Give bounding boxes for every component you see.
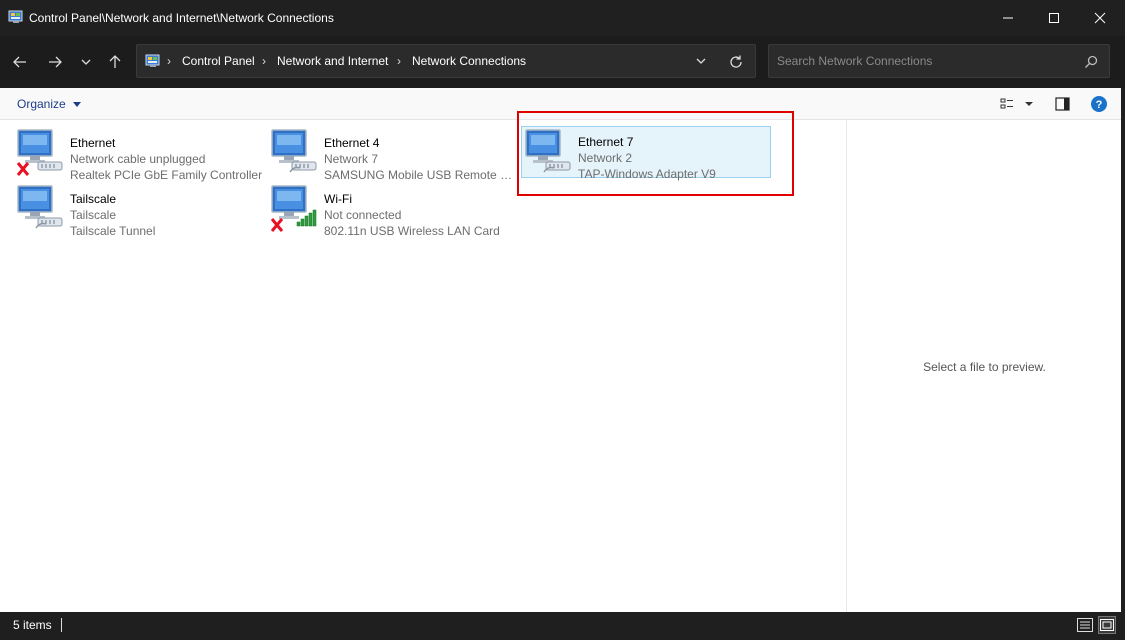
close-icon (1094, 12, 1106, 24)
window-border (1121, 88, 1125, 612)
preview-pane: Select a file to preview. (846, 120, 1121, 612)
search-input[interactable] (769, 45, 1069, 77)
arrow-up-icon (109, 55, 121, 68)
items-count: 5 items (13, 618, 52, 632)
refresh-icon[interactable] (727, 53, 745, 71)
breadcrumb-network-connections[interactable]: Network Connections (412, 54, 526, 68)
connection-name: Ethernet 4 (324, 136, 380, 150)
navigation-bar: › Control Panel › Network and Internet ›… (0, 36, 1125, 88)
ethernet-connected-icon (525, 129, 571, 173)
chevron-down-icon (72, 101, 81, 107)
breadcrumb-separator[interactable]: › (262, 54, 266, 68)
connection-wifi[interactable]: Wi-Fi Not connected 802.11n USB Wireless… (270, 184, 520, 238)
view-options-icon (1000, 98, 1013, 109)
connection-device: TAP-Windows Adapter V9 (578, 167, 716, 181)
preview-pane-button[interactable] (1055, 96, 1071, 112)
organize-button[interactable]: Organize (17, 97, 81, 111)
chevron-down-icon (1025, 102, 1033, 106)
close-button[interactable] (1077, 0, 1123, 36)
help-button[interactable]: ? (1091, 96, 1107, 112)
control-panel-icon (145, 54, 160, 67)
connection-device: SAMSUNG Mobile USB Remote N... (324, 168, 514, 182)
status-divider (61, 618, 62, 632)
wifi-disconnected-icon (270, 185, 317, 232)
organize-label: Organize (17, 97, 66, 111)
maximize-icon (1049, 13, 1059, 23)
minimize-icon (1003, 17, 1013, 19)
forward-button[interactable] (42, 49, 68, 75)
large-icons-view-button[interactable] (1098, 616, 1116, 634)
control-panel-icon (8, 10, 23, 23)
connection-ethernet[interactable]: Ethernet Network cable unplugged Realtek… (16, 128, 266, 182)
connection-name: Ethernet 7 (578, 135, 634, 149)
address-bar[interactable]: › Control Panel › Network and Internet ›… (136, 44, 756, 78)
window-title: Control Panel\Network and Internet\Netwo… (29, 11, 334, 25)
breadcrumb-separator[interactable]: › (167, 54, 171, 68)
change-view-button[interactable] (1000, 96, 1014, 112)
breadcrumb-network-and-internet[interactable]: Network and Internet (277, 54, 388, 68)
arrow-right-icon (49, 56, 62, 68)
breadcrumb-separator[interactable]: › (397, 54, 401, 68)
connection-device: Realtek PCIe GbE Family Controller (70, 168, 263, 182)
up-button[interactable] (102, 49, 128, 75)
ethernet-connected-icon (17, 185, 63, 229)
details-view-icon (1077, 618, 1093, 632)
connection-name: Ethernet (70, 136, 116, 150)
help-icon: ? (1091, 96, 1107, 112)
back-button[interactable] (7, 49, 33, 75)
connection-name: Tailscale (70, 192, 117, 206)
connection-device: Tailscale Tunnel (70, 224, 156, 238)
search-box[interactable] (768, 44, 1110, 78)
ethernet-disconnected-icon (16, 129, 63, 176)
status-bar: 5 items (0, 612, 1125, 640)
search-icon[interactable] (1083, 54, 1099, 70)
arrow-left-icon (13, 56, 26, 68)
connection-status: Network 2 (578, 151, 633, 165)
connection-status: Network 7 (324, 152, 379, 166)
connection-ethernet-4[interactable]: Ethernet 4 Network 7 SAMSUNG Mobile USB … (270, 128, 520, 182)
svg-text:?: ? (1096, 99, 1103, 111)
title-bar: Control Panel\Network and Internet\Netwo… (0, 0, 1125, 36)
more-views-button[interactable] (1024, 96, 1034, 112)
preview-pane-icon (1055, 97, 1070, 111)
maximize-button[interactable] (1031, 0, 1077, 36)
connection-status: Network cable unplugged (70, 152, 206, 166)
breadcrumb-control-panel[interactable]: Control Panel (182, 54, 255, 68)
minimize-button[interactable] (985, 0, 1031, 36)
details-view-button[interactable] (1076, 616, 1094, 634)
preview-message: Select a file to preview. (923, 360, 1046, 374)
ethernet-connected-icon (271, 129, 317, 173)
connection-ethernet-7[interactable]: Ethernet 7 Network 2 TAP-Windows Adapter… (521, 126, 771, 181)
connection-name: Wi-Fi (324, 192, 352, 206)
connection-status: Tailscale (70, 208, 117, 222)
command-bar: Organize ? (0, 88, 1121, 120)
large-icons-view-icon (1100, 619, 1114, 631)
connection-device: 802.11n USB Wireless LAN Card (324, 224, 500, 238)
recent-locations-button[interactable] (73, 49, 99, 75)
chevron-down-icon (81, 59, 91, 65)
connection-status: Not connected (324, 208, 402, 222)
chevron-down-icon[interactable] (693, 53, 709, 69)
connection-tailscale[interactable]: Tailscale Tailscale Tailscale Tunnel (16, 184, 266, 238)
